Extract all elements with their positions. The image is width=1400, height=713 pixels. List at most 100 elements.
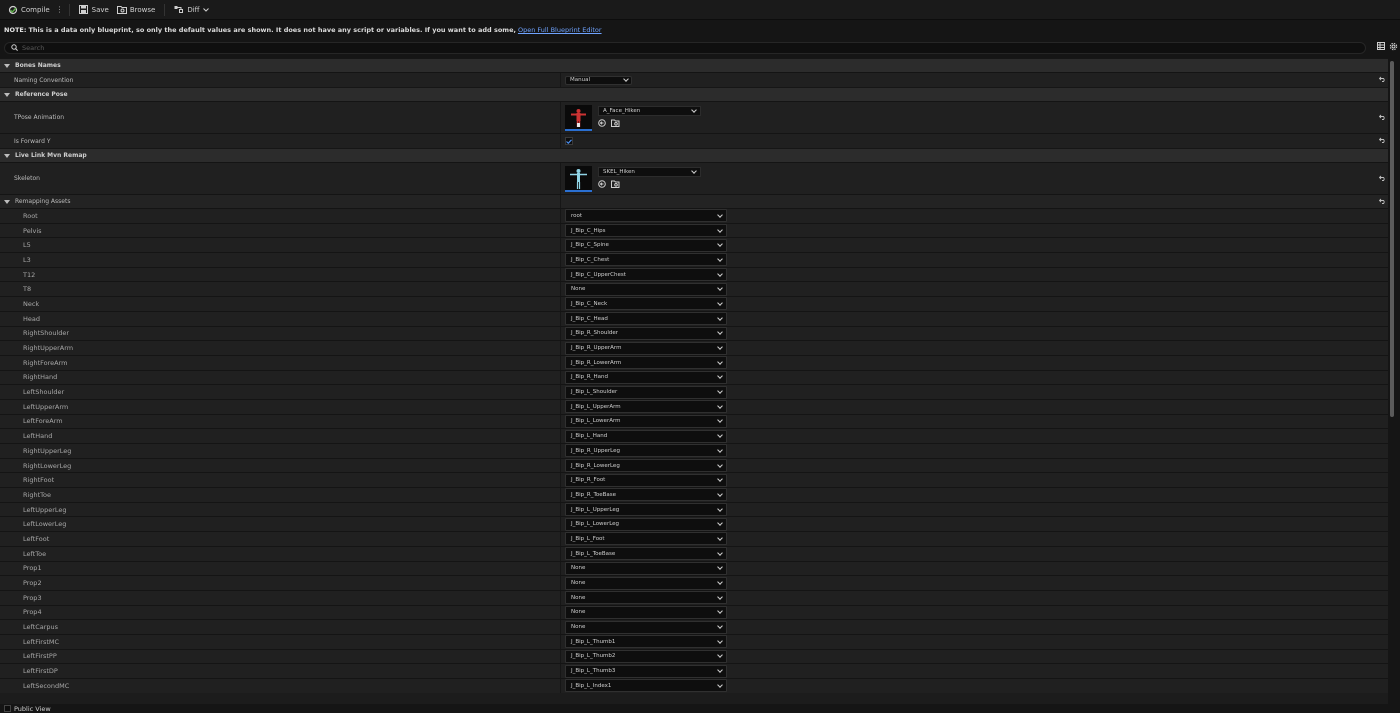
reset-to-default-icon[interactable] bbox=[1378, 114, 1386, 122]
dropdown-value: J_Bip_C_Neck bbox=[571, 300, 608, 307]
bone-label: LeftToe bbox=[23, 549, 47, 558]
is-forward-y-checkbox[interactable] bbox=[565, 137, 573, 145]
property-matrix-icon[interactable] bbox=[1377, 42, 1385, 53]
bone-mapping-dropdown[interactable]: None bbox=[565, 561, 727, 575]
bone-mapping-dropdown[interactable]: J_Bip_L_Foot bbox=[565, 532, 727, 546]
bone-mapping-dropdown[interactable]: J_Bip_R_ToeBase bbox=[565, 488, 727, 502]
compile-button[interactable]: Compile bbox=[4, 2, 54, 18]
skeleton-asset-dropdown[interactable]: SKEL_Hiken bbox=[598, 167, 701, 177]
bone-mapping-dropdown[interactable]: J_Bip_C_Spine bbox=[565, 238, 727, 252]
browse-button[interactable]: Browse bbox=[113, 2, 160, 18]
property-row-remapping-assets[interactable]: Remapping Assets bbox=[0, 194, 1388, 208]
chevron-down-icon bbox=[717, 402, 723, 409]
bone-mapping-dropdown[interactable]: J_Bip_C_Head bbox=[565, 312, 727, 326]
bone-mapping-dropdown[interactable]: J_Bip_C_UpperChest bbox=[565, 268, 727, 282]
settings-gear-icon[interactable] bbox=[1389, 42, 1398, 53]
bone-mapping-dropdown[interactable]: J_Bip_L_UpperLeg bbox=[565, 503, 727, 517]
search-box[interactable] bbox=[4, 42, 1366, 54]
reset-to-default-icon[interactable] bbox=[1378, 175, 1386, 183]
dropdown-value: J_Bip_L_ToeBase bbox=[571, 550, 616, 557]
property-value: J_Bip_C_Head bbox=[560, 311, 1388, 326]
use-selected-asset-icon[interactable] bbox=[598, 119, 606, 129]
use-selected-asset-icon[interactable] bbox=[598, 180, 606, 190]
dropdown-value: J_Bip_L_Thumb3 bbox=[571, 668, 616, 675]
browse-to-asset-icon[interactable] bbox=[611, 180, 620, 190]
property-value: J_Bip_L_UpperArm bbox=[560, 399, 1388, 414]
remap-row: LeftUpperArm J_Bip_L_UpperArm bbox=[0, 398, 1388, 414]
save-button[interactable]: Save bbox=[75, 2, 113, 18]
reset-to-default-icon[interactable] bbox=[1378, 76, 1386, 84]
bone-mapping-dropdown[interactable]: J_Bip_C_Chest bbox=[565, 253, 727, 267]
category-title: Live Link Mvn Remap bbox=[15, 152, 87, 159]
chevron-down-icon bbox=[717, 226, 723, 233]
category-live-link-mvn-remap[interactable]: Live Link Mvn Remap bbox=[0, 148, 1388, 162]
chevron-down-icon bbox=[717, 314, 723, 321]
bone-mapping-dropdown[interactable]: J_Bip_R_LowerArm bbox=[565, 356, 727, 370]
bone-mapping-dropdown[interactable]: J_Bip_R_UpperLeg bbox=[565, 444, 727, 458]
property-label: TPose Animation bbox=[14, 114, 65, 121]
bone-mapping-dropdown[interactable]: J_Bip_L_LowerLeg bbox=[565, 517, 727, 531]
browse-icon bbox=[116, 5, 127, 15]
bone-label: LeftSecondMC bbox=[23, 681, 70, 690]
asset-name: A_Face_Hiken bbox=[603, 108, 641, 114]
bone-mapping-dropdown[interactable]: None bbox=[565, 605, 727, 619]
search-input[interactable] bbox=[22, 44, 422, 52]
dropdown-value: None bbox=[571, 565, 586, 572]
bone-mapping-dropdown[interactable]: J_Bip_R_LowerLeg bbox=[565, 459, 727, 473]
chevron-down-icon bbox=[691, 107, 697, 113]
bone-mapping-dropdown[interactable]: J_Bip_L_LowerArm bbox=[565, 414, 727, 428]
open-full-editor-link[interactable]: Open Full Blueprint Editor bbox=[518, 26, 602, 34]
scrollbar-thumb[interactable] bbox=[1390, 61, 1394, 417]
remap-row: Neck J_Bip_C_Neck bbox=[0, 296, 1388, 311]
bone-label: Neck bbox=[23, 299, 40, 308]
compile-options-icon[interactable]: ⋮ bbox=[56, 5, 64, 14]
skeleton-thumbnail[interactable] bbox=[565, 165, 592, 192]
property-value: J_Bip_C_Hips bbox=[560, 223, 1388, 238]
property-value: J_Bip_L_LowerArm bbox=[560, 414, 1388, 429]
bone-mapping-dropdown[interactable]: None bbox=[565, 591, 727, 605]
bone-mapping-dropdown[interactable]: J_Bip_L_Hand bbox=[565, 429, 727, 443]
chevron-down-icon bbox=[717, 447, 723, 453]
bone-mapping-dropdown[interactable]: J_Bip_L_Index1 bbox=[565, 679, 727, 693]
bone-mapping-dropdown[interactable]: J_Bip_L_Thumb2 bbox=[565, 649, 727, 663]
bone-mapping-dropdown[interactable]: J_Bip_C_Neck bbox=[565, 297, 727, 311]
bone-mapping-dropdown[interactable]: None bbox=[565, 620, 727, 634]
category-bones-names[interactable]: Bones Names bbox=[0, 58, 1388, 72]
bone-mapping-dropdown[interactable]: J_Bip_L_UpperArm bbox=[565, 400, 727, 414]
bone-mapping-dropdown[interactable]: None bbox=[565, 282, 727, 296]
public-view-checkbox[interactable] bbox=[4, 705, 11, 712]
category-reference-pose[interactable]: Reference Pose bbox=[0, 87, 1388, 101]
bone-mapping-dropdown[interactable]: J_Bip_R_UpperArm bbox=[565, 341, 727, 355]
tpose-asset-dropdown[interactable]: A_Face_Hiken bbox=[598, 106, 701, 116]
chevron-down-icon bbox=[717, 535, 723, 541]
animation-thumbnail[interactable] bbox=[565, 104, 592, 131]
bone-mapping-dropdown[interactable]: J_Bip_R_Shoulder bbox=[565, 326, 727, 340]
property-label: Remapping Assets bbox=[0, 198, 560, 205]
remap-row: LeftFirstPP J_Bip_L_Thumb2 bbox=[0, 648, 1388, 664]
bone-mapping-dropdown[interactable]: J_Bip_C_Hips bbox=[565, 224, 727, 238]
bone-mapping-dropdown[interactable]: root bbox=[565, 209, 727, 223]
bone-mapping-dropdown[interactable]: J_Bip_R_Foot bbox=[565, 473, 727, 487]
dropdown-value: J_Bip_C_Hips bbox=[571, 227, 606, 234]
bone-mapping-dropdown[interactable]: J_Bip_R_Hand bbox=[565, 370, 727, 384]
chevron-down-icon bbox=[717, 388, 723, 394]
vertical-scrollbar[interactable] bbox=[1389, 58, 1395, 704]
chevron-down-icon bbox=[717, 256, 723, 262]
bone-mapping-dropdown[interactable]: J_Bip_L_Shoulder bbox=[565, 385, 727, 399]
bone-mapping-dropdown[interactable]: J_Bip_L_ToeBase bbox=[565, 547, 727, 561]
naming-convention-dropdown[interactable]: Manual bbox=[565, 75, 632, 85]
diff-button[interactable]: Diff bbox=[170, 2, 212, 18]
reset-to-default-icon[interactable] bbox=[1378, 137, 1386, 145]
reset-to-default-icon[interactable] bbox=[1378, 198, 1386, 206]
property-value: J_Bip_R_UpperLeg bbox=[560, 444, 1388, 458]
bone-label: RightLowerLeg bbox=[23, 461, 72, 470]
bone-mapping-dropdown[interactable]: J_Bip_L_Thumb3 bbox=[565, 664, 727, 678]
property-value: J_Bip_R_Foot bbox=[560, 473, 1388, 488]
chevron-down-icon bbox=[717, 270, 723, 277]
remap-row: LeftSecondMC J_Bip_L_Index1 bbox=[0, 678, 1388, 693]
remap-row: LeftToe J_Bip_L_ToeBase bbox=[0, 545, 1388, 561]
property-value: J_Bip_R_Shoulder bbox=[560, 326, 1388, 341]
bone-mapping-dropdown[interactable]: J_Bip_L_Thumb1 bbox=[565, 635, 727, 649]
bone-mapping-dropdown[interactable]: None bbox=[565, 576, 727, 590]
browse-to-asset-icon[interactable] bbox=[611, 119, 620, 129]
